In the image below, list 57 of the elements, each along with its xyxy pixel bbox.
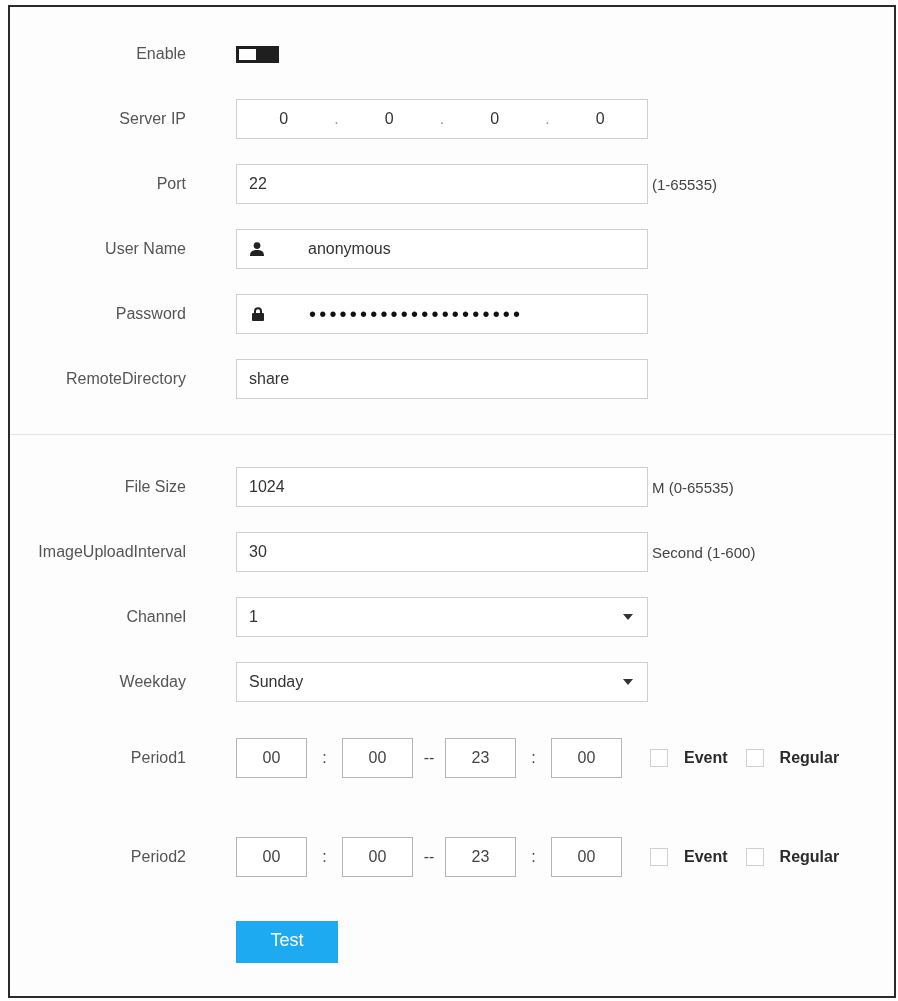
checkbox-label[interactable]: Regular: [779, 848, 840, 866]
minute-field[interactable]: 00: [551, 738, 622, 778]
field-label: ImageUploadInterval: [37, 543, 186, 561]
ip-octet-field[interactable]: 0: [237, 110, 331, 128]
input-field[interactable]: 30: [236, 532, 648, 572]
hour-field[interactable]: 23: [445, 738, 516, 778]
enable-toggle[interactable]: [236, 45, 279, 63]
ip-separator: .: [438, 110, 446, 128]
field-label: RemoteDirectory: [64, 370, 186, 388]
checkbox[interactable]: [650, 848, 668, 866]
field-label: Weekday: [118, 673, 186, 691]
minute-field[interactable]: 00: [342, 738, 413, 778]
field-label: Server IP: [118, 110, 186, 128]
ip-separator: .: [333, 110, 340, 128]
ip-octet-field[interactable]: 0: [342, 110, 436, 128]
ip-octet-field[interactable]: 0: [553, 110, 647, 128]
range-separator: --: [422, 749, 436, 767]
checkbox-label[interactable]: Regular: [779, 749, 840, 767]
caret-icon: [623, 614, 633, 620]
time-separator: :: [321, 848, 328, 866]
minute-field[interactable]: 00: [551, 837, 622, 877]
lock-icon: [252, 307, 264, 321]
input-field[interactable]: 1024: [236, 467, 648, 507]
range-hint: (1-65535): [652, 175, 718, 193]
input-field[interactable]: share: [236, 359, 648, 399]
field-label: Enable: [135, 45, 186, 63]
dropdown[interactable]: Sunday: [236, 662, 648, 702]
checkbox-label[interactable]: Event: [684, 848, 728, 866]
field-label: User Name: [104, 240, 186, 258]
checkbox-label[interactable]: Event: [684, 749, 728, 767]
range-separator: --: [422, 848, 436, 866]
checkbox[interactable]: [650, 749, 668, 767]
hour-field[interactable]: 23: [445, 837, 516, 877]
hour-field[interactable]: 00: [236, 738, 307, 778]
input-field[interactable]: 22: [236, 164, 648, 204]
range-hint: Second (1-600): [652, 543, 756, 561]
checkbox[interactable]: [745, 749, 764, 767]
field-label: Port: [155, 175, 186, 193]
field-label: Password: [114, 305, 186, 323]
field-label: Period2: [129, 848, 186, 866]
time-separator: :: [321, 749, 328, 767]
field-label: Channel: [125, 608, 186, 626]
field-label: Period1: [129, 749, 186, 767]
dropdown[interactable]: 1: [236, 597, 648, 637]
ip-octet-field[interactable]: 0: [448, 110, 542, 128]
username-field[interactable]: anonymous: [236, 229, 648, 269]
ip-separator: .: [544, 110, 551, 128]
range-hint: M (0-65535): [652, 478, 734, 496]
caret-icon: [623, 679, 633, 685]
password-field[interactable]: •••••••••••••••••••••: [236, 294, 648, 334]
checkbox[interactable]: [745, 848, 764, 866]
time-separator: :: [530, 848, 537, 866]
field-label: File Size: [123, 478, 186, 496]
minute-field[interactable]: 00: [342, 837, 413, 877]
time-separator: :: [530, 749, 537, 767]
hour-field[interactable]: 00: [236, 837, 307, 877]
user-icon: [250, 242, 264, 256]
